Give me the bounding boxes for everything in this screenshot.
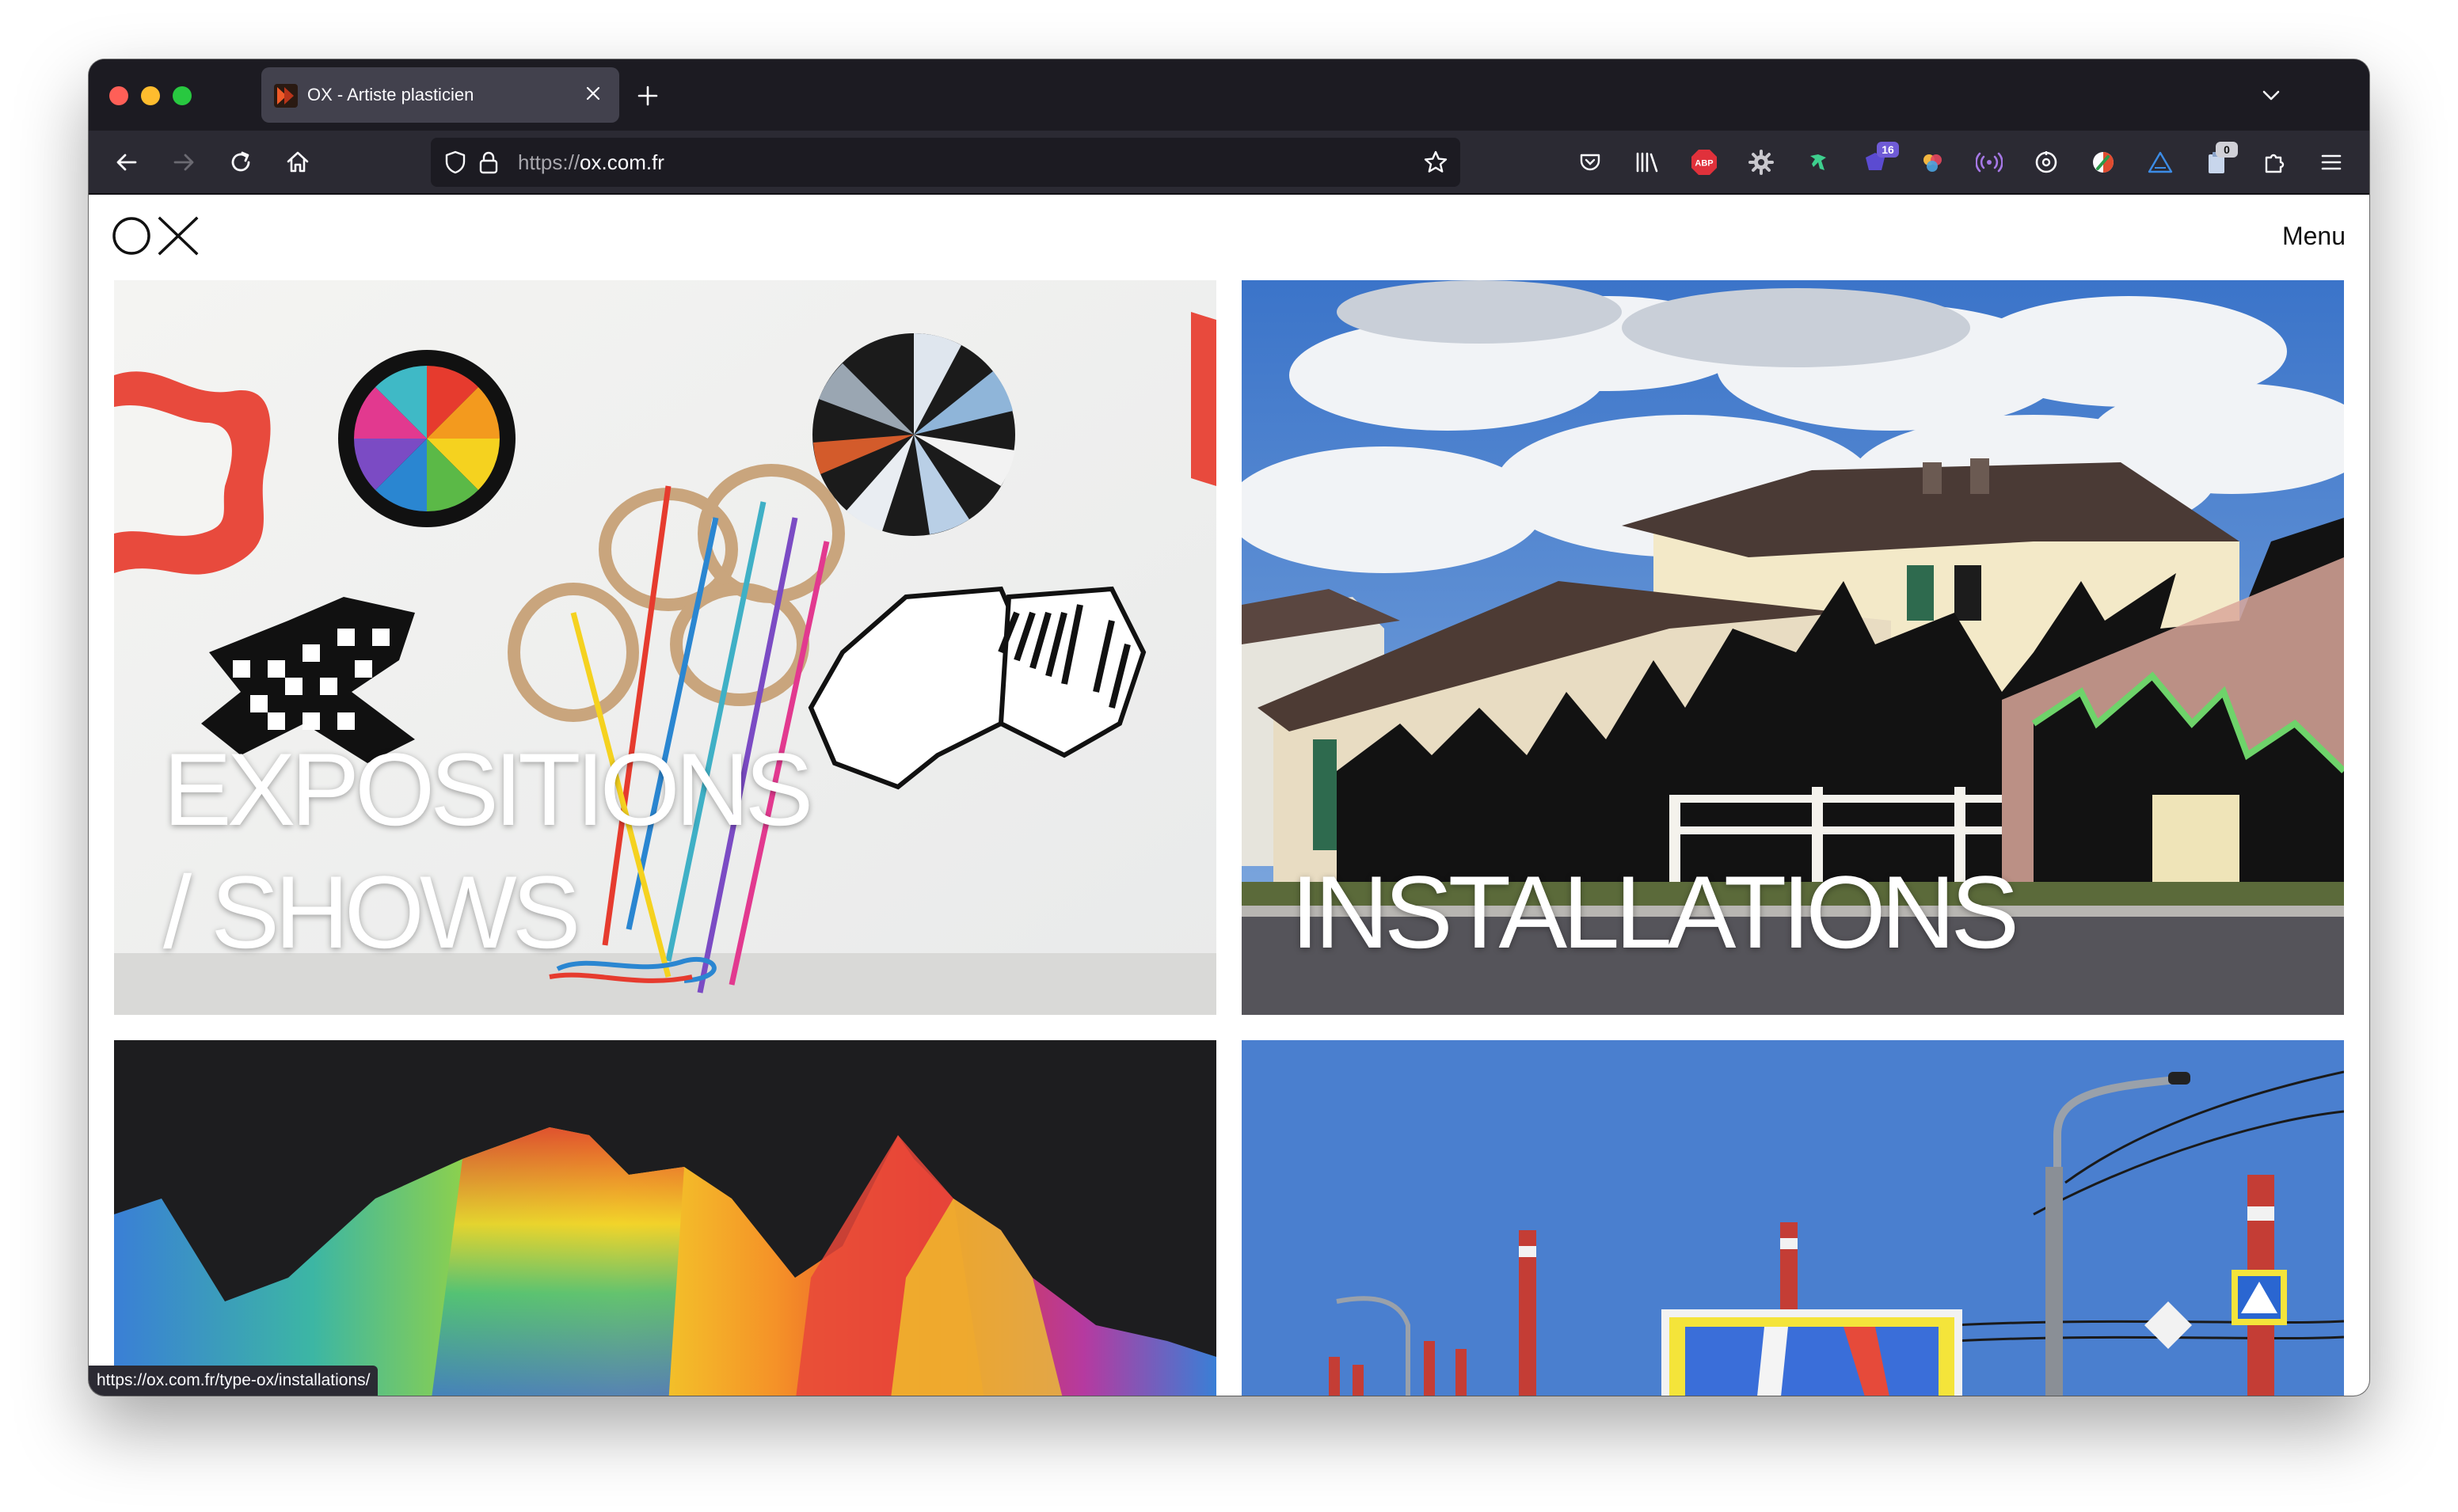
hamburger-menu-icon[interactable] [2314, 145, 2349, 180]
tile-expositions-shows[interactable]: EXPOSITIONS / SHOWS [114, 280, 1216, 1015]
abp-label: ABP [1695, 159, 1713, 169]
url-host: ox.com.fr [580, 150, 664, 174]
new-tab-plus-icon[interactable] [632, 80, 664, 112]
tile-label-expositions: EXPOSITIONS [163, 731, 813, 847]
tile-label-shows: / SHOWS [163, 854, 580, 970]
darkreader-extension-icon[interactable] [2086, 145, 2121, 180]
purple-badge-extension-icon[interactable]: 16 [1858, 142, 1899, 180]
bookmark-star-icon[interactable] [1422, 149, 1449, 176]
library-icon[interactable] [1630, 145, 1665, 180]
browser-window: OX - Artiste plasticien https://ox.com.f… [89, 59, 2369, 1396]
tab-strip: OX - Artiste plasticien [89, 59, 2369, 131]
industrial-photo-image [1242, 1040, 2344, 1396]
broadcast-extension-icon[interactable] [1972, 145, 2007, 180]
tile-rainbow-artwork[interactable] [114, 1040, 1216, 1396]
ox-logo[interactable]: OX [112, 215, 200, 256]
home-icon[interactable] [280, 145, 315, 180]
address-bar[interactable]: https://ox.com.fr [431, 138, 1460, 187]
green-runner-extension-icon[interactable] [1801, 145, 1836, 180]
screenshot-stage: OX - Artiste plasticien https://ox.com.f… [0, 0, 2458, 1512]
menu-link[interactable]: Menu [2282, 220, 2346, 252]
page-content: OX Menu [89, 195, 2369, 1396]
adblock-plus-icon[interactable]: ABP [1687, 145, 1722, 180]
tile-installations[interactable]: INSTALLATIONS [1242, 280, 2344, 1015]
navigation-toolbar: https://ox.com.fr ABP 16 0 [89, 131, 2369, 194]
url-text[interactable]: https://ox.com.fr [518, 150, 664, 174]
extension-badge-count: 16 [1877, 142, 1899, 158]
pocket-icon[interactable] [1573, 145, 1608, 180]
link-status-bar: https://ox.com.fr/type-ox/installations/ [89, 1366, 379, 1396]
tile-industrial-photo[interactable] [1242, 1040, 2344, 1396]
zoom-window-button[interactable] [173, 86, 192, 105]
reload-icon[interactable] [223, 145, 258, 180]
extension-badge-zero: 0 [2216, 142, 2238, 158]
close-window-button[interactable] [109, 86, 128, 105]
extensions-puzzle-icon[interactable] [2257, 145, 2292, 180]
tab-close-icon[interactable] [581, 82, 605, 105]
tab-title: OX - Artiste plasticien [307, 85, 474, 104]
rainbow-artwork-image [114, 1040, 1216, 1396]
forward-arrow-icon[interactable] [166, 145, 201, 180]
secure-lock-icon[interactable] [475, 149, 502, 176]
privacy-badger-icon[interactable] [2029, 145, 2064, 180]
tile-label-installations: INSTALLATIONS [1291, 854, 2019, 970]
list-all-tabs-chevron-icon[interactable] [2255, 80, 2287, 112]
triangle-extension-icon[interactable] [2143, 145, 2178, 180]
color-dots-extension-icon[interactable] [1915, 145, 1950, 180]
minimize-window-button[interactable] [141, 86, 160, 105]
ox-favicon-icon [274, 84, 298, 108]
url-scheme: https:// [518, 150, 580, 174]
back-arrow-icon[interactable] [109, 145, 144, 180]
settings-gear-extension-icon[interactable] [1744, 145, 1779, 180]
clipboard-extension-icon[interactable]: 0 [2200, 142, 2238, 180]
tracking-protection-shield-icon[interactable] [442, 149, 469, 176]
tab-ox-artiste[interactable]: OX - Artiste plasticien [261, 67, 619, 123]
